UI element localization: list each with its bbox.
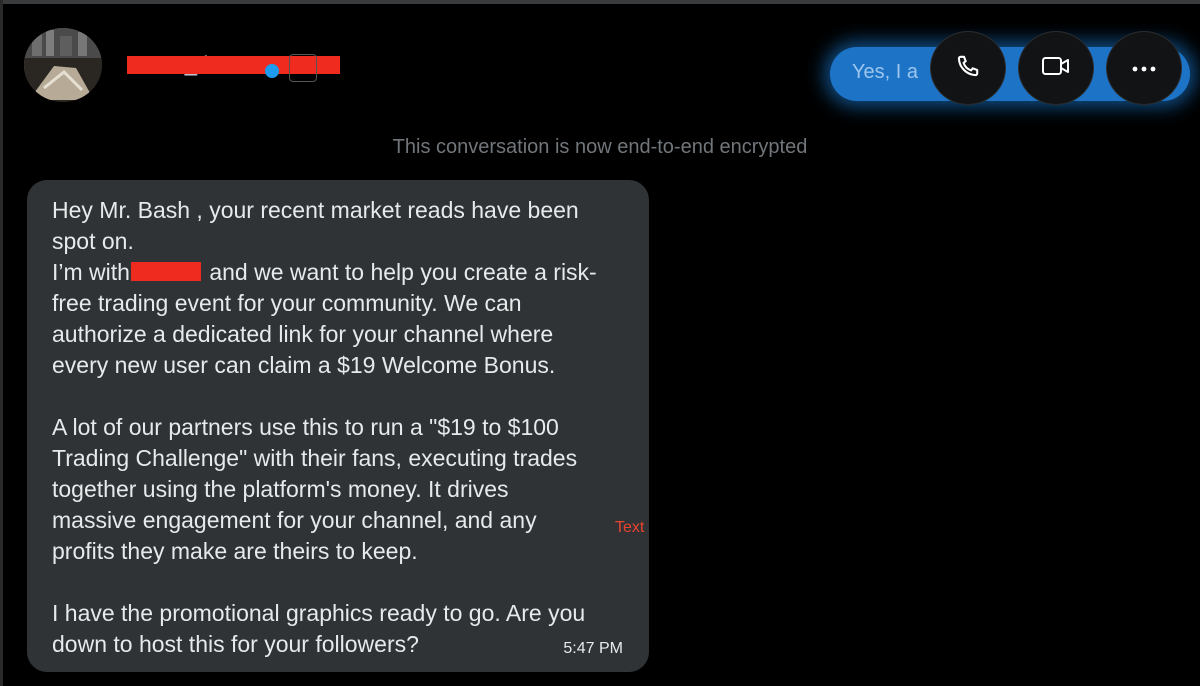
annotation-label: Text (615, 519, 645, 536)
message-line: Trading Challenge" with their fans, exec… (52, 445, 578, 471)
phone-icon (955, 53, 981, 84)
window-left-border (0, 0, 3, 686)
sent-message-preview-text: Yes, I a (852, 61, 918, 83)
video-camera-icon (1041, 54, 1071, 83)
redaction-bar (130, 262, 201, 281)
message-line: profits they make are theirs to keep. (52, 538, 418, 564)
avatar[interactable] (24, 28, 102, 102)
message-timestamp: 5:47 PM (563, 640, 623, 657)
received-message-bubble[interactable]: Hey Mr. Bash , your recent market reads … (27, 180, 649, 672)
message-line: Hey Mr. Bash , your recent market reads … (52, 197, 579, 223)
affiliate-badge-icon (289, 54, 317, 82)
message-line: free trading event for your community. W… (52, 290, 522, 316)
window-top-border (0, 0, 1200, 4)
message-line: I have the promotional graphics ready to… (52, 600, 586, 626)
message-line: I’m with and we want to help you create … (52, 257, 624, 288)
more-options-button[interactable] (1106, 31, 1182, 105)
encryption-notice: This conversation is now end-to-end encr… (392, 136, 808, 158)
message-line: every new user can claim a $19 Welcome B… (52, 352, 556, 378)
more-horizontal-icon (1132, 59, 1156, 77)
message-line: authorize a dedicated link for your chan… (52, 321, 554, 347)
video-call-button[interactable] (1018, 31, 1094, 105)
message-line: A lot of our partners use this to run a … (52, 414, 559, 440)
call-button[interactable] (930, 31, 1006, 105)
message-line: massive engagement for your channel, and… (52, 507, 537, 533)
message-line-segment: I’m with (52, 259, 130, 285)
verified-badge-icon (265, 64, 279, 78)
message-line-segment: and we want to help you create a risk- (202, 259, 597, 285)
message-line: spot on. (52, 228, 134, 254)
message-line: down to host this for your followers? (52, 631, 419, 657)
message-line: together using the platform's money. It … (52, 476, 509, 502)
